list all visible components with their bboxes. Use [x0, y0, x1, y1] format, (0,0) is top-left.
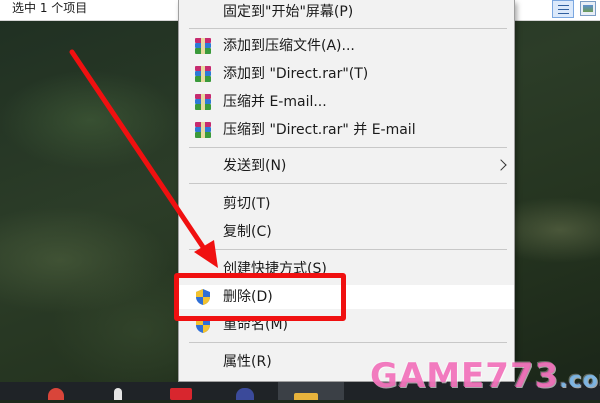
menu-separator [189, 249, 507, 250]
details-view-icon [558, 5, 569, 6]
menu-item-label: 压缩并 E-mail... [223, 94, 327, 110]
menu-item-label: 固定到"开始"屏幕(P) [223, 4, 354, 20]
details-view-button[interactable] [552, 0, 574, 18]
taskbar-app-icon[interactable] [236, 388, 254, 400]
taskbar-app-icon[interactable] [48, 388, 64, 400]
watermark-logo: GAME773.com [370, 354, 600, 398]
winrar-icon [195, 94, 211, 110]
menu-item-compress-to-direct-rar-and-email[interactable]: 压缩到 "Direct.rar" 并 E-mail [179, 118, 514, 142]
menu-separator [189, 28, 507, 29]
chevron-right-icon [495, 159, 507, 171]
details-view-icon-line [558, 13, 569, 14]
taskbar-app-icon[interactable] [170, 388, 192, 400]
context-menu: 固定到"开始"屏幕(P) 添加到压缩文件(A)... 添加到 "Direct.r… [178, 0, 515, 382]
winrar-icon [195, 122, 211, 138]
menu-item-label: 压缩到 "Direct.rar" 并 E-mail [223, 122, 416, 138]
menu-item-send-to[interactable]: 发送到(N) [179, 154, 514, 178]
menu-item-label: 添加到压缩文件(A)... [223, 38, 355, 54]
menu-separator [189, 147, 507, 148]
menu-separator [189, 342, 507, 343]
annotation-highlight-box [174, 273, 346, 321]
details-view-icon-line [558, 9, 569, 10]
menu-item-pin-to-start[interactable]: 固定到"开始"屏幕(P) [179, 0, 514, 24]
menu-separator [189, 183, 507, 184]
taskbar-app-icon[interactable] [114, 388, 122, 400]
menu-item-label: 添加到 "Direct.rar"(T) [223, 66, 369, 82]
winrar-icon [195, 66, 211, 82]
large-icons-view-button[interactable] [580, 1, 596, 16]
winrar-icon [195, 38, 211, 54]
watermark-suffix: .com [559, 368, 600, 393]
watermark-brand: GAME773 [370, 356, 560, 396]
menu-item-compress-and-email[interactable]: 压缩并 E-mail... [179, 90, 514, 114]
file-explorer-icon [294, 393, 318, 400]
menu-item-add-to-direct-rar[interactable]: 添加到 "Direct.rar"(T) [179, 62, 514, 86]
selection-status-text: 选中 1 个项目 [12, 1, 88, 15]
menu-item-label: 发送到(N) [223, 158, 287, 174]
menu-item-label: 属性(R) [223, 354, 272, 370]
menu-item-label: 复制(C) [223, 224, 272, 240]
menu-item-cut[interactable]: 剪切(T) [179, 192, 514, 216]
menu-item-add-to-archive[interactable]: 添加到压缩文件(A)... [179, 34, 514, 58]
menu-item-copy[interactable]: 复制(C) [179, 220, 514, 244]
menu-item-label: 剪切(T) [223, 196, 271, 212]
